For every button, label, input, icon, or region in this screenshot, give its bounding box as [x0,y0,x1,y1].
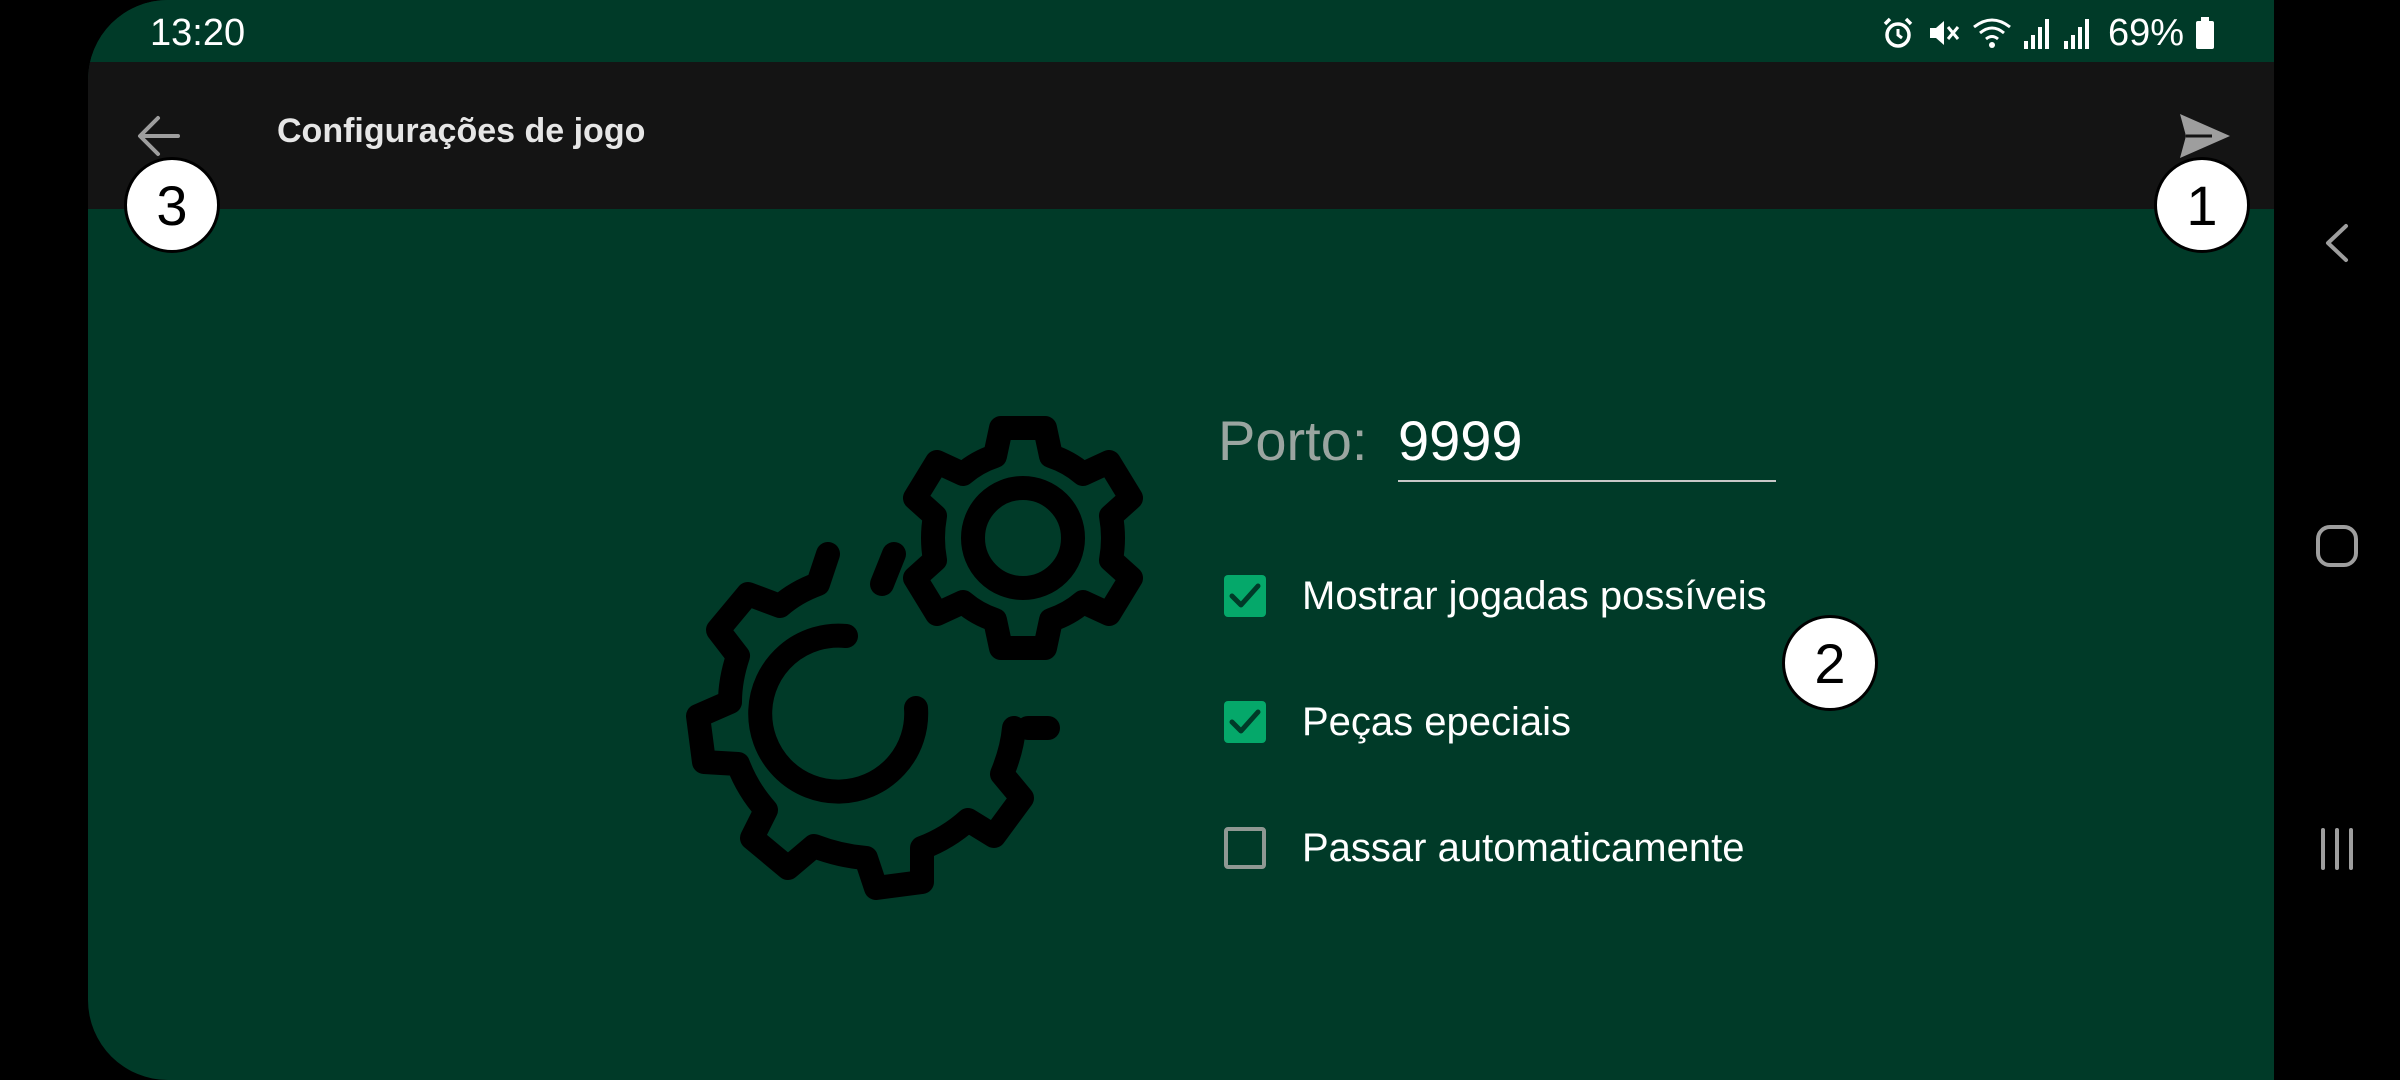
check-icon [1229,709,1261,734]
app-bar: Configurações de jogo [88,62,2274,209]
page-title: Configurações de jogo [277,112,646,150]
signal-icon [2022,15,2052,51]
checkbox-unchecked[interactable] [1224,827,1266,869]
gears-icon [566,300,1206,920]
mute-icon [1926,15,1962,51]
home-icon [2316,525,2358,567]
badge-3: 3 [124,157,220,253]
navigation-bar [2274,0,2400,1080]
checkbox-special-pieces[interactable]: Peças epeciais [1224,692,1571,752]
recents-icon [2321,828,2353,870]
status-time: 13:20 [150,12,246,54]
checkbox-label: Peças epeciais [1302,699,1572,744]
battery-percent: 69% [2107,11,2184,54]
checkbox-label: Mostrar jogadas possíveis [1302,573,1767,618]
checkbox-show-moves[interactable]: Mostrar jogadas possíveis [1224,566,1767,626]
port-label: Porto: [1218,409,1368,472]
port-field-row: Porto: [1218,400,1818,490]
checkbox-auto-pass[interactable]: Passar automaticamente [1224,818,1744,878]
badge-2: 2 [1782,615,1878,711]
back-chevron-icon [2326,224,2348,262]
port-input[interactable] [1398,400,1776,482]
checkbox-checked[interactable] [1224,701,1266,743]
status-bar: 13:20 69% [88,0,2274,62]
alarm-icon [1880,15,1916,51]
checkbox-label: Passar automaticamente [1302,825,1745,870]
battery-icon [2194,15,2216,51]
nav-back-button[interactable] [2304,210,2370,276]
wifi-icon [1972,15,2012,51]
app-display: 13:20 69% Configurações de jogo Porto: 9… [88,0,2274,1080]
nav-recents-button[interactable] [2304,816,2370,882]
badge-1: 1 [2154,157,2250,253]
phone-screen: 13:20 69% Configurações de jogo Porto: 9… [0,0,2400,1080]
nav-home-button[interactable] [2304,513,2370,579]
check-icon [1229,583,1261,608]
checkbox-checked[interactable] [1224,575,1266,617]
status-icons: 69% [1880,10,2216,56]
signal-icon [2062,15,2092,51]
